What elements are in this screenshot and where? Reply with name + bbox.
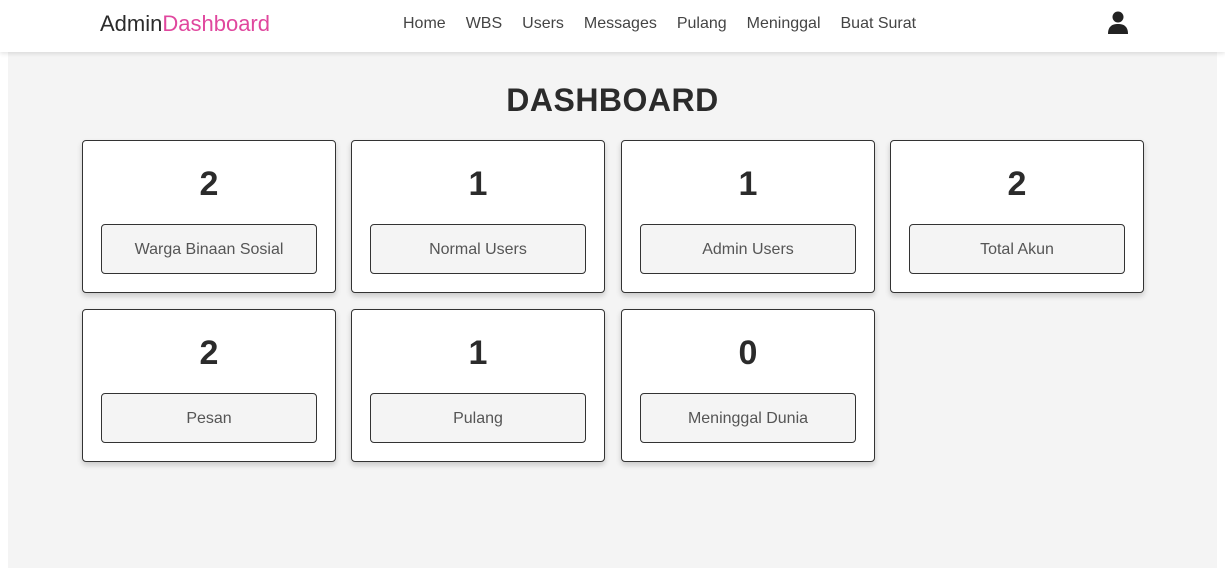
stat-card-pesan: 2 Pesan [82, 309, 336, 462]
user-icon[interactable] [1108, 11, 1128, 35]
stat-value: 2 [199, 165, 219, 203]
nav-link-wbs[interactable]: WBS [466, 15, 502, 33]
nav-link-meninggal[interactable]: Meninggal [747, 15, 821, 33]
stat-value: 0 [738, 334, 758, 372]
nav-links: Home WBS Users Messages Pulang Meninggal… [403, 15, 936, 33]
stat-value: 2 [1007, 165, 1027, 203]
stat-card-normal-users: 1 Normal Users [351, 140, 605, 293]
stat-button-warga-binaan-sosial[interactable]: Warga Binaan Sosial [101, 224, 317, 274]
stat-button-pesan[interactable]: Pesan [101, 393, 317, 443]
stat-value: 1 [468, 334, 488, 372]
stat-card-admin-users: 1 Admin Users [621, 140, 875, 293]
nav-link-pulang[interactable]: Pulang [677, 15, 727, 33]
stat-button-admin-users[interactable]: Admin Users [640, 224, 856, 274]
brand-logo[interactable]: AdminDashboard [100, 11, 270, 37]
stat-card-total-akun: 2 Total Akun [890, 140, 1144, 293]
stat-value: 1 [738, 165, 758, 203]
stat-button-total-akun[interactable]: Total Akun [909, 224, 1125, 274]
stat-button-normal-users[interactable]: Normal Users [370, 224, 586, 274]
stat-button-pulang[interactable]: Pulang [370, 393, 586, 443]
stat-value: 1 [468, 165, 488, 203]
nav-link-buat-surat[interactable]: Buat Surat [841, 15, 917, 33]
nav-link-home[interactable]: Home [403, 15, 446, 33]
logo-accent: Dashboard [162, 11, 270, 36]
top-navbar: AdminDashboard Home WBS Users Messages P… [0, 0, 1225, 52]
stat-button-meninggal-dunia[interactable]: Meninggal Dunia [640, 393, 856, 443]
stat-card-meninggal-dunia: 0 Meninggal Dunia [621, 309, 875, 462]
main-content: DASHBOARD 2 Warga Binaan Sosial 1 Normal… [8, 52, 1217, 568]
stat-value: 2 [199, 334, 219, 372]
logo-prefix: Admin [100, 11, 163, 36]
stat-card-pulang: 1 Pulang [351, 309, 605, 462]
stat-card-warga-binaan-sosial: 2 Warga Binaan Sosial [82, 140, 336, 293]
page-title: DASHBOARD [506, 82, 719, 118]
nav-link-messages[interactable]: Messages [584, 15, 657, 33]
nav-link-users[interactable]: Users [522, 15, 564, 33]
